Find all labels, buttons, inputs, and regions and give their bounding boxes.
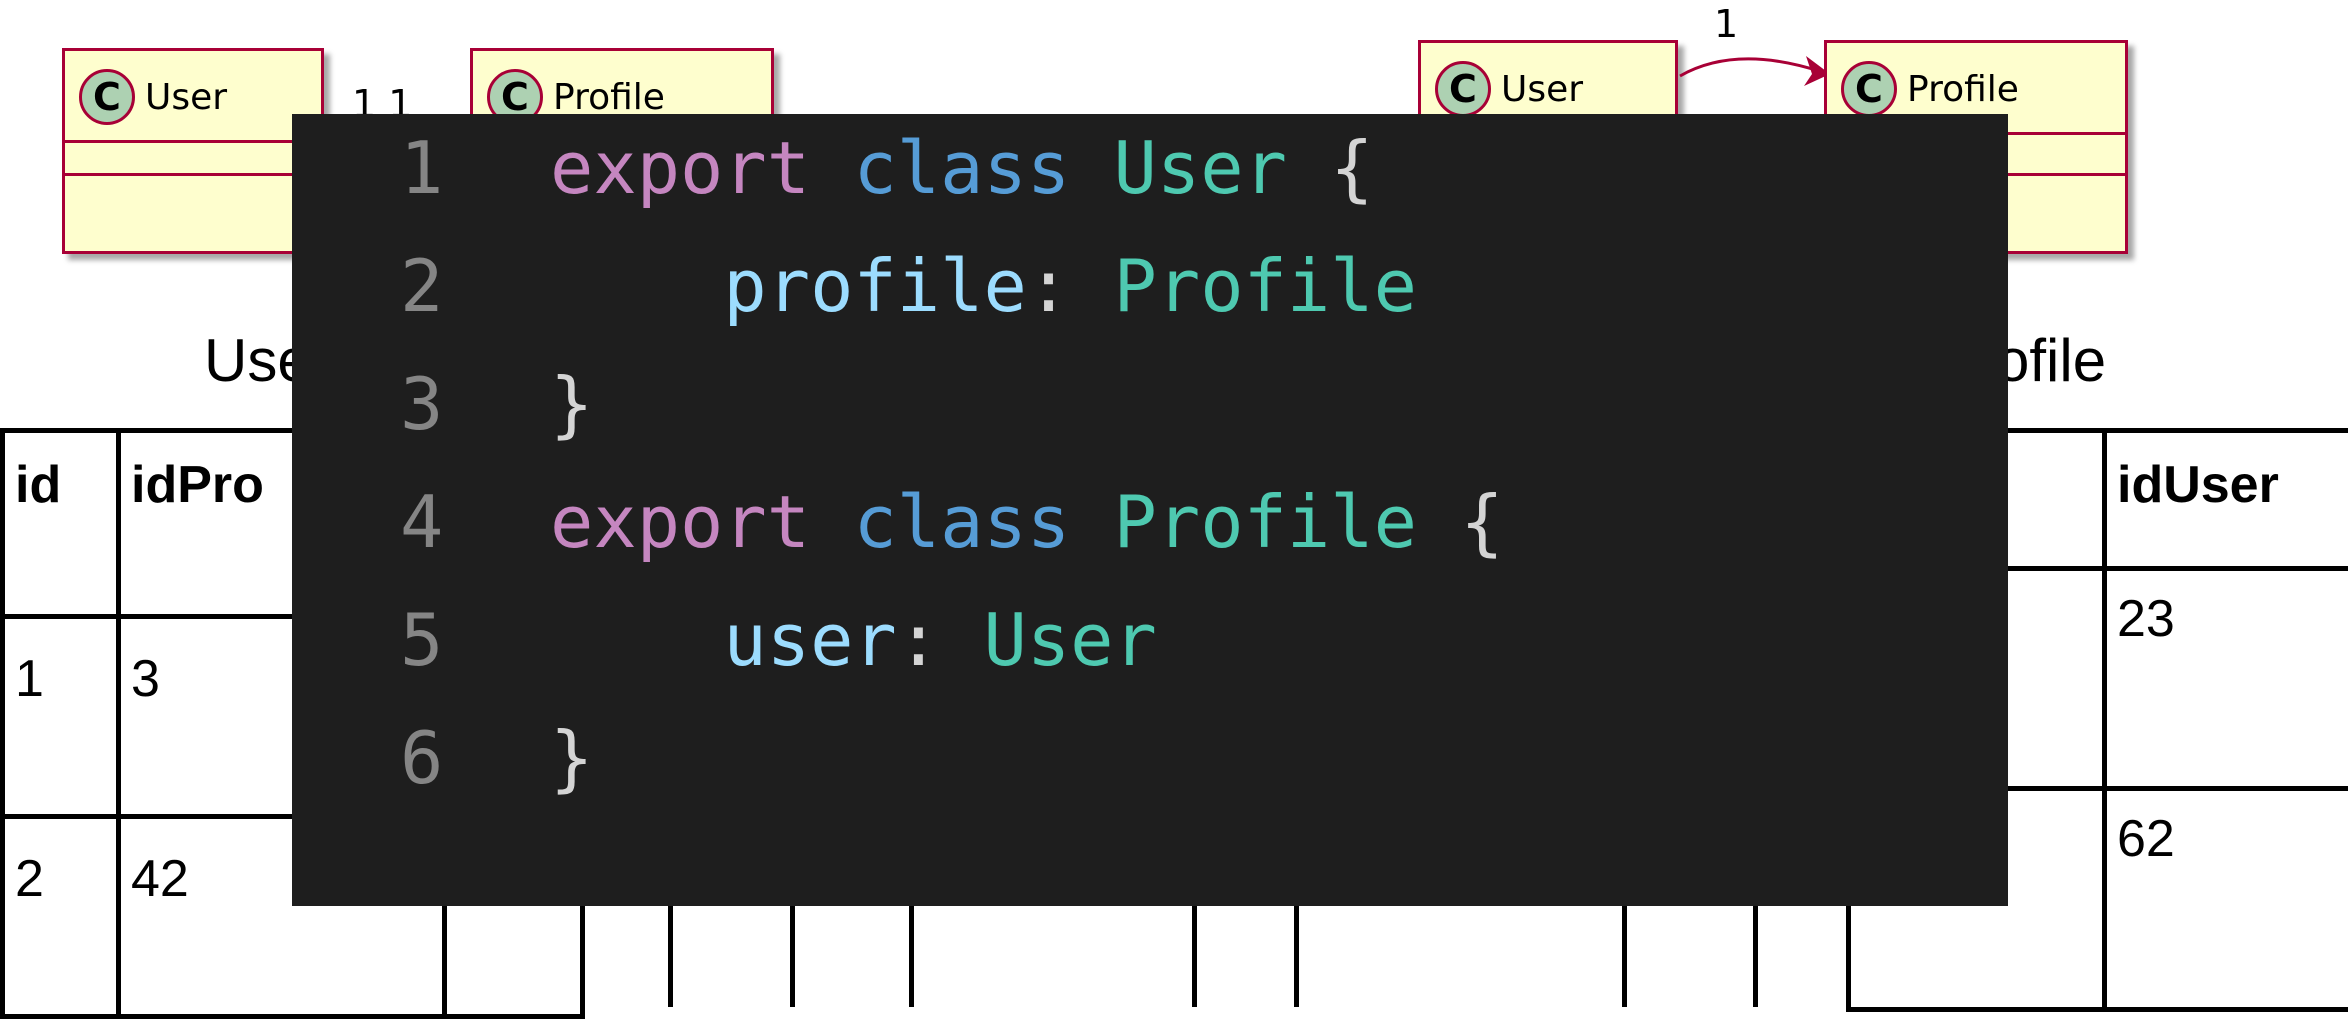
code-token: } (550, 362, 593, 446)
code-editor-panel: 1export class User {2 profile: Profile3}… (292, 114, 2008, 906)
code-token: class (853, 480, 1113, 564)
code-token: User (1114, 126, 1287, 210)
code-token: { (1287, 126, 1374, 210)
code-line: 5 user: User (292, 598, 2008, 698)
code-text: export class Profile { (550, 480, 1504, 564)
code-token: User (983, 598, 1156, 682)
code-token: : (1027, 244, 1114, 328)
code-line: 3} (292, 362, 2008, 462)
code-token: class (853, 126, 1113, 210)
column-header: idUser (2105, 431, 2348, 569)
line-number: 1 (400, 126, 460, 210)
code-text: profile: Profile (550, 244, 1417, 328)
code-token: export (550, 480, 853, 564)
code-indent (550, 598, 723, 682)
line-number: 5 (400, 598, 460, 682)
code-indent (550, 244, 723, 328)
class-stereotype-icon: C (79, 69, 135, 125)
table-cell: 23 (2105, 569, 2348, 789)
table-cell: 1 (3, 617, 119, 817)
line-number: 4 (400, 480, 460, 564)
code-token: profile (723, 244, 1026, 328)
code-text: export class User { (550, 126, 1374, 210)
column-header: id (3, 431, 119, 617)
code-text: user: User (550, 598, 1157, 682)
code-token: } (550, 716, 593, 800)
line-number: 3 (400, 362, 460, 446)
code-text: } (550, 716, 593, 800)
code-line: 6} (292, 716, 2008, 816)
class-name: User (145, 77, 227, 118)
class-name: Profile (1907, 69, 2019, 110)
line-number: 6 (400, 716, 460, 800)
right-caption: ofile (1996, 326, 2106, 395)
class-stereotype-icon: C (1841, 61, 1897, 117)
code-token: export (550, 126, 853, 210)
class-name: Profile (553, 77, 665, 118)
code-text: } (550, 362, 593, 446)
code-line: 1 export class User { (292, 126, 2008, 226)
code-line: 2 profile: Profile (292, 244, 2008, 344)
association-arrow-icon (1676, 30, 1836, 100)
code-line: 4 export class Profile { (292, 480, 2008, 580)
code-token: { (1417, 480, 1504, 564)
multiplicity-label: 1 (1714, 2, 1738, 46)
table-cell: 2 (3, 817, 119, 1017)
code-token: : (897, 598, 984, 682)
uml-class-user-left: C User (62, 48, 324, 254)
class-stereotype-icon: C (1435, 61, 1491, 117)
code-token: Profile (1114, 244, 1417, 328)
line-number: 2 (400, 244, 460, 328)
code-token: Profile (1114, 480, 1417, 564)
code-token: user (723, 598, 896, 682)
class-name: User (1501, 69, 1583, 110)
table-cell: 62 (2105, 789, 2348, 1010)
